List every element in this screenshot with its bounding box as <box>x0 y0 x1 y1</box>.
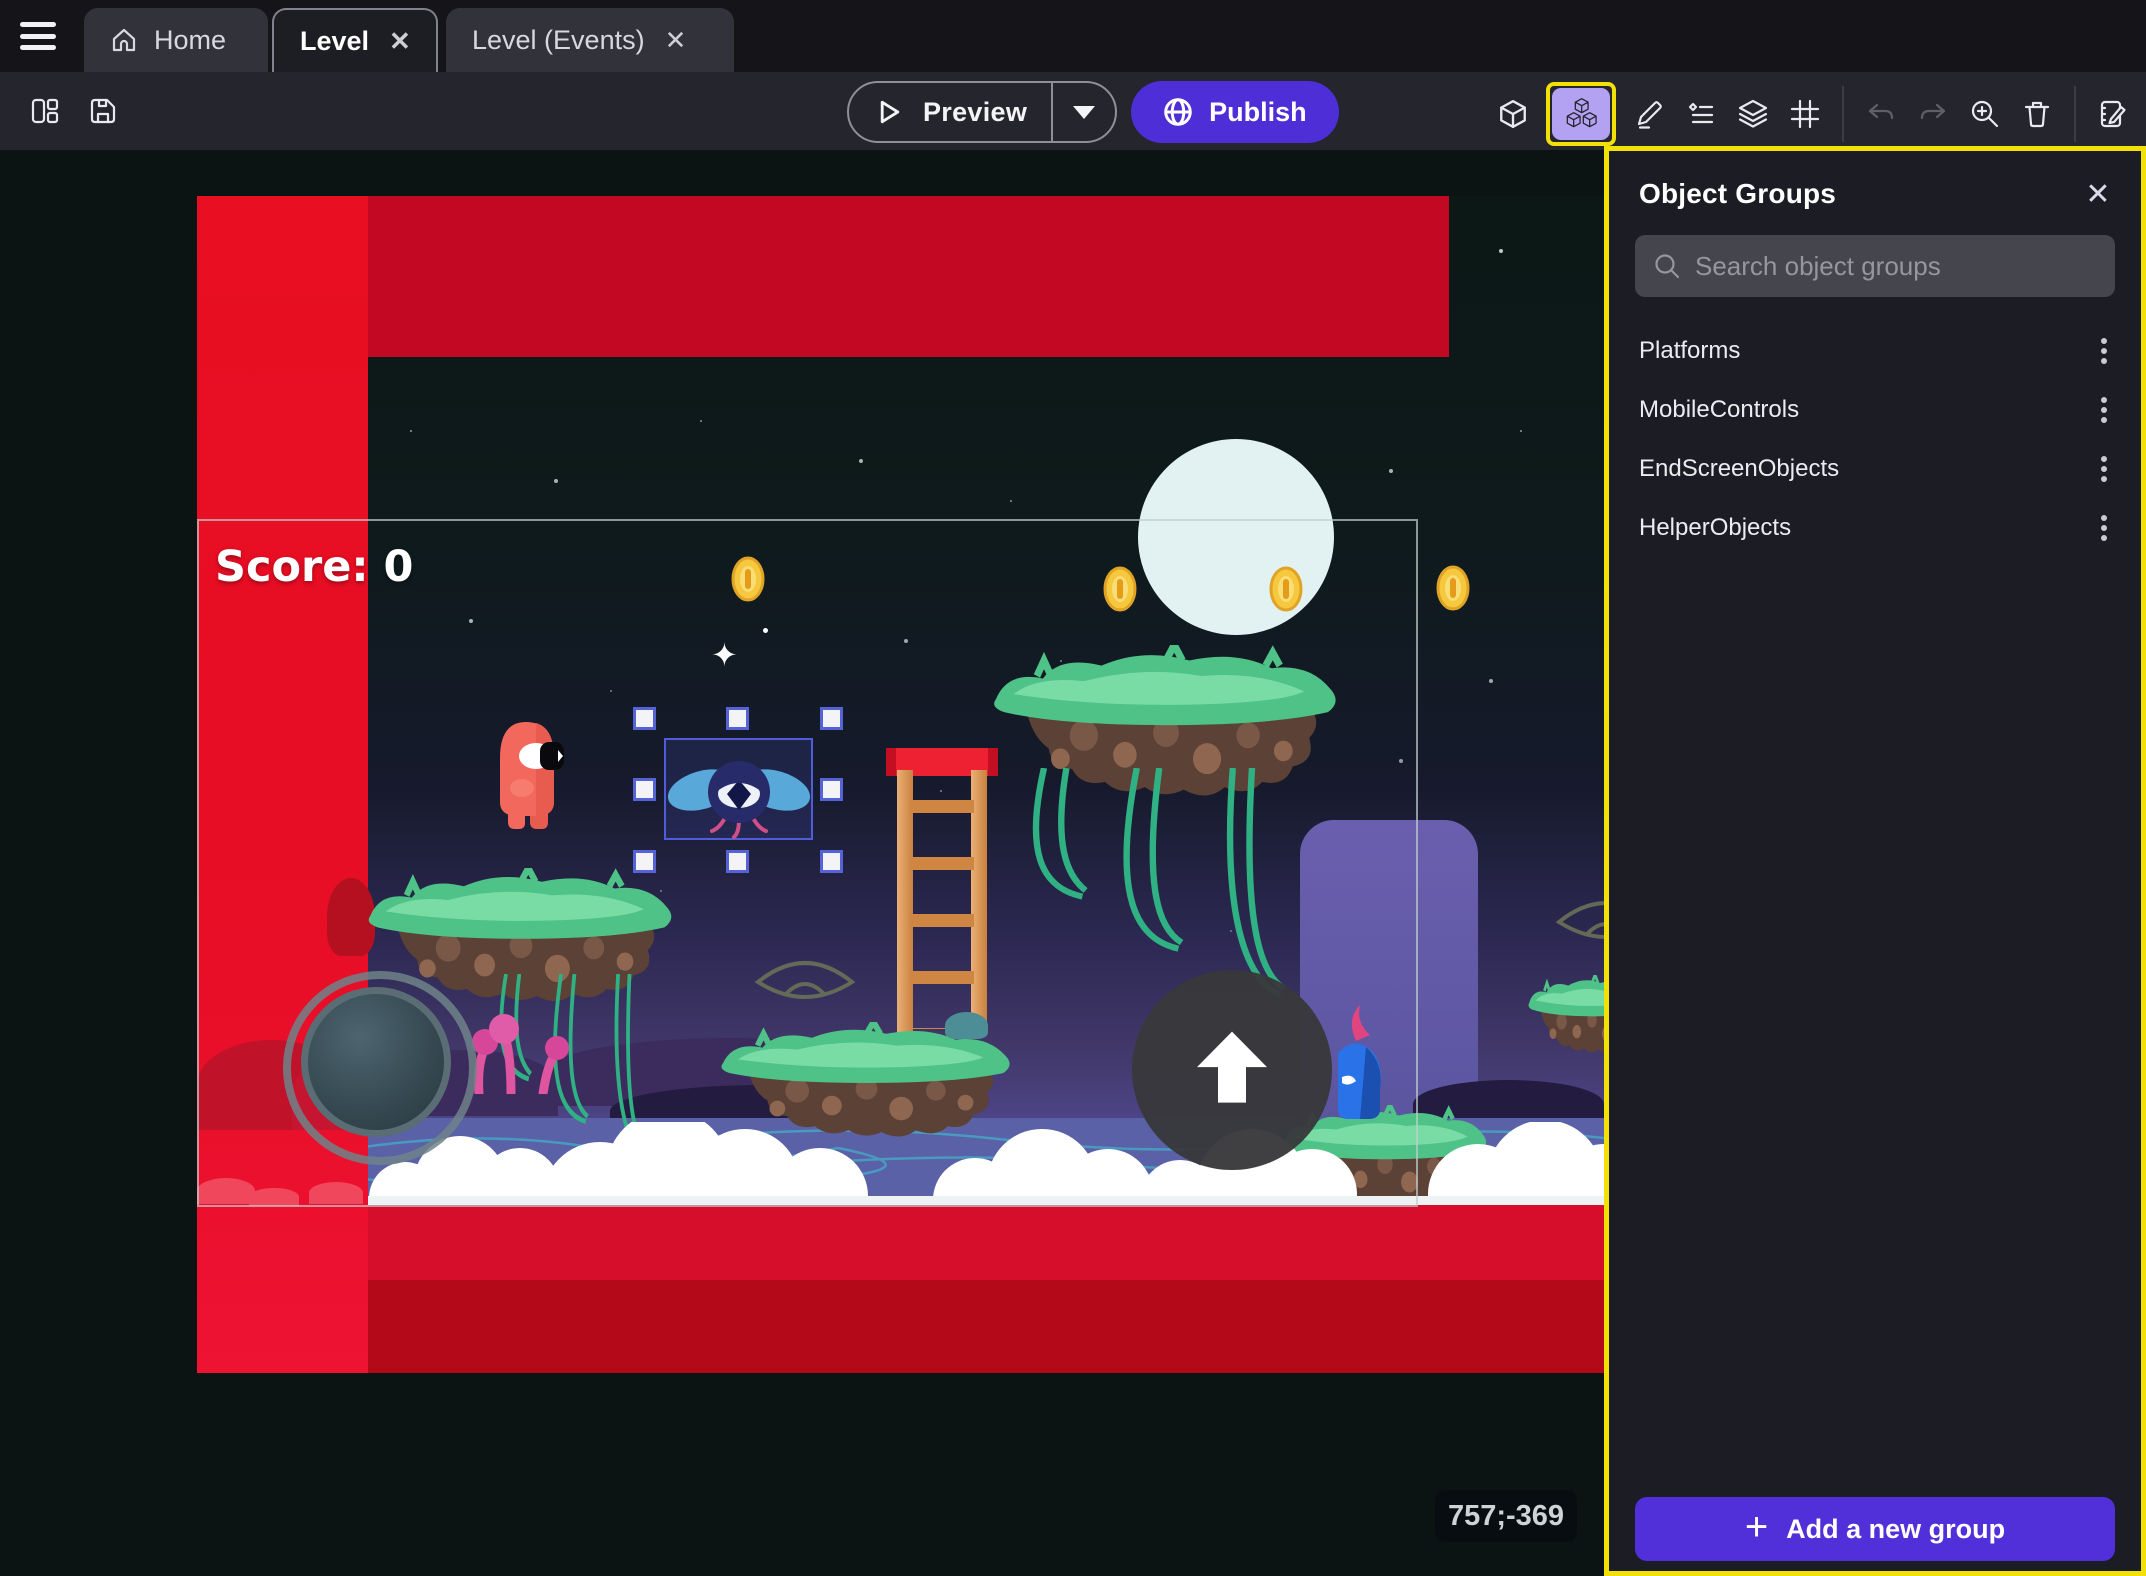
preview-options-button[interactable] <box>1053 83 1115 141</box>
search-box[interactable] <box>1635 235 2115 297</box>
tab-bar: Home Level ✕ Level (Events) ✕ <box>0 0 2146 72</box>
red-ground-object[interactable] <box>368 1205 1604 1280</box>
tab-level-label: Level <box>300 26 369 57</box>
layout-panels-button[interactable] <box>22 82 68 140</box>
toolbar: Preview Publish <box>0 72 2146 150</box>
tab-level-close-icon[interactable]: ✕ <box>385 26 415 56</box>
tab-home-label: Home <box>154 25 226 56</box>
add-group-button-label: Add a new group <box>1786 1514 2005 1545</box>
group-row-mobilecontrols[interactable]: MobileControls <box>1609 380 2141 439</box>
pencil-icon <box>1633 98 1665 130</box>
edit-mode-button[interactable] <box>1626 85 1672 143</box>
group-row-endscreenobjects[interactable]: EndScreenObjects <box>1609 439 2141 498</box>
instances-list-icon <box>1685 98 1717 130</box>
publish-button[interactable]: Publish <box>1131 81 1339 143</box>
scene-properties-button[interactable] <box>2090 85 2136 143</box>
layers-icon <box>1737 98 1769 130</box>
toolbar-divider <box>1842 86 1844 142</box>
save-icon <box>87 95 119 127</box>
delete-button[interactable] <box>2014 85 2060 143</box>
group-list: Platforms MobileControls EndScreenObject… <box>1609 321 2141 557</box>
up-arrow-icon <box>1182 1022 1282 1118</box>
zoom-in-icon <box>1969 98 2001 130</box>
tab-home[interactable]: Home <box>84 8 268 72</box>
search-icon <box>1653 252 1681 280</box>
redo-icon <box>1917 98 1949 130</box>
globe-icon <box>1163 97 1193 127</box>
undo-button[interactable] <box>1858 85 1904 143</box>
grid-button[interactable] <box>1782 85 1828 143</box>
cursor-coordinates-badge: 757;-369 <box>1435 1490 1577 1542</box>
object-groups-panel-button[interactable] <box>1552 88 1610 140</box>
kebab-menu-icon[interactable] <box>2089 511 2119 545</box>
trash-icon <box>2021 98 2053 130</box>
save-button[interactable] <box>80 82 126 140</box>
redo-button[interactable] <box>1910 85 1956 143</box>
toolbar-divider <box>2074 86 2076 142</box>
search-input[interactable] <box>1695 251 2097 282</box>
kebab-menu-icon[interactable] <box>2089 452 2119 486</box>
coin-object[interactable] <box>1436 565 1470 611</box>
annotation-highlight-box <box>1546 82 1616 146</box>
tab-level[interactable]: Level ✕ <box>272 8 438 72</box>
preview-button-label: Preview <box>923 97 1027 128</box>
cube-icon <box>1497 98 1529 130</box>
zoom-button[interactable] <box>1962 85 2008 143</box>
instances-list-button[interactable] <box>1678 85 1724 143</box>
red-wall-top[interactable] <box>197 196 1449 357</box>
preview-split-button: Preview <box>847 81 1117 143</box>
platform-object[interactable] <box>1527 975 1604 1055</box>
panel-close-icon[interactable]: ✕ <box>2081 177 2115 211</box>
red-ground-object[interactable] <box>368 1280 1604 1373</box>
game-editor-window: Home Level ✕ Level (Events) ✕ <box>0 0 2146 1576</box>
publish-button-label: Publish <box>1209 97 1307 128</box>
kebab-menu-icon[interactable] <box>2089 393 2119 427</box>
play-icon <box>877 99 903 125</box>
group-row-helperobjects[interactable]: HelperObjects <box>1609 498 2141 557</box>
group-row-platforms[interactable]: Platforms <box>1609 321 2141 380</box>
kebab-menu-icon[interactable] <box>2089 334 2119 368</box>
edit-document-icon <box>2097 98 2129 130</box>
object-groups-icon <box>1563 96 1599 132</box>
tab-level-events[interactable]: Level (Events) ✕ <box>446 8 734 72</box>
joystick-knob[interactable] <box>301 987 451 1137</box>
game-scene: ✦ <box>197 196 1604 1373</box>
hamburger-menu-icon[interactable] <box>20 20 60 52</box>
layout-panels-icon <box>29 95 61 127</box>
add-group-button[interactable]: + Add a new group <box>1635 1497 2115 1561</box>
jump-button-object[interactable] <box>1132 970 1332 1170</box>
tab-level-events-label: Level (Events) <box>472 25 645 56</box>
panel-header: Object Groups ✕ <box>1609 151 2141 235</box>
tab-level-events-close-icon[interactable]: ✕ <box>661 25 691 55</box>
score-text-object[interactable]: Score: 0 <box>215 542 413 592</box>
layers-button[interactable] <box>1730 85 1776 143</box>
home-icon <box>110 26 138 54</box>
objects-panel-button[interactable] <box>1490 85 1536 143</box>
object-groups-panel: Object Groups ✕ Platforms MobileControls <box>1604 146 2146 1576</box>
chevron-down-icon <box>1073 106 1095 119</box>
grid-icon <box>1789 98 1821 130</box>
eye-decoration <box>1553 882 1604 956</box>
panel-title: Object Groups <box>1639 178 1836 210</box>
undo-icon <box>1865 98 1897 130</box>
preview-button[interactable]: Preview <box>849 83 1051 141</box>
